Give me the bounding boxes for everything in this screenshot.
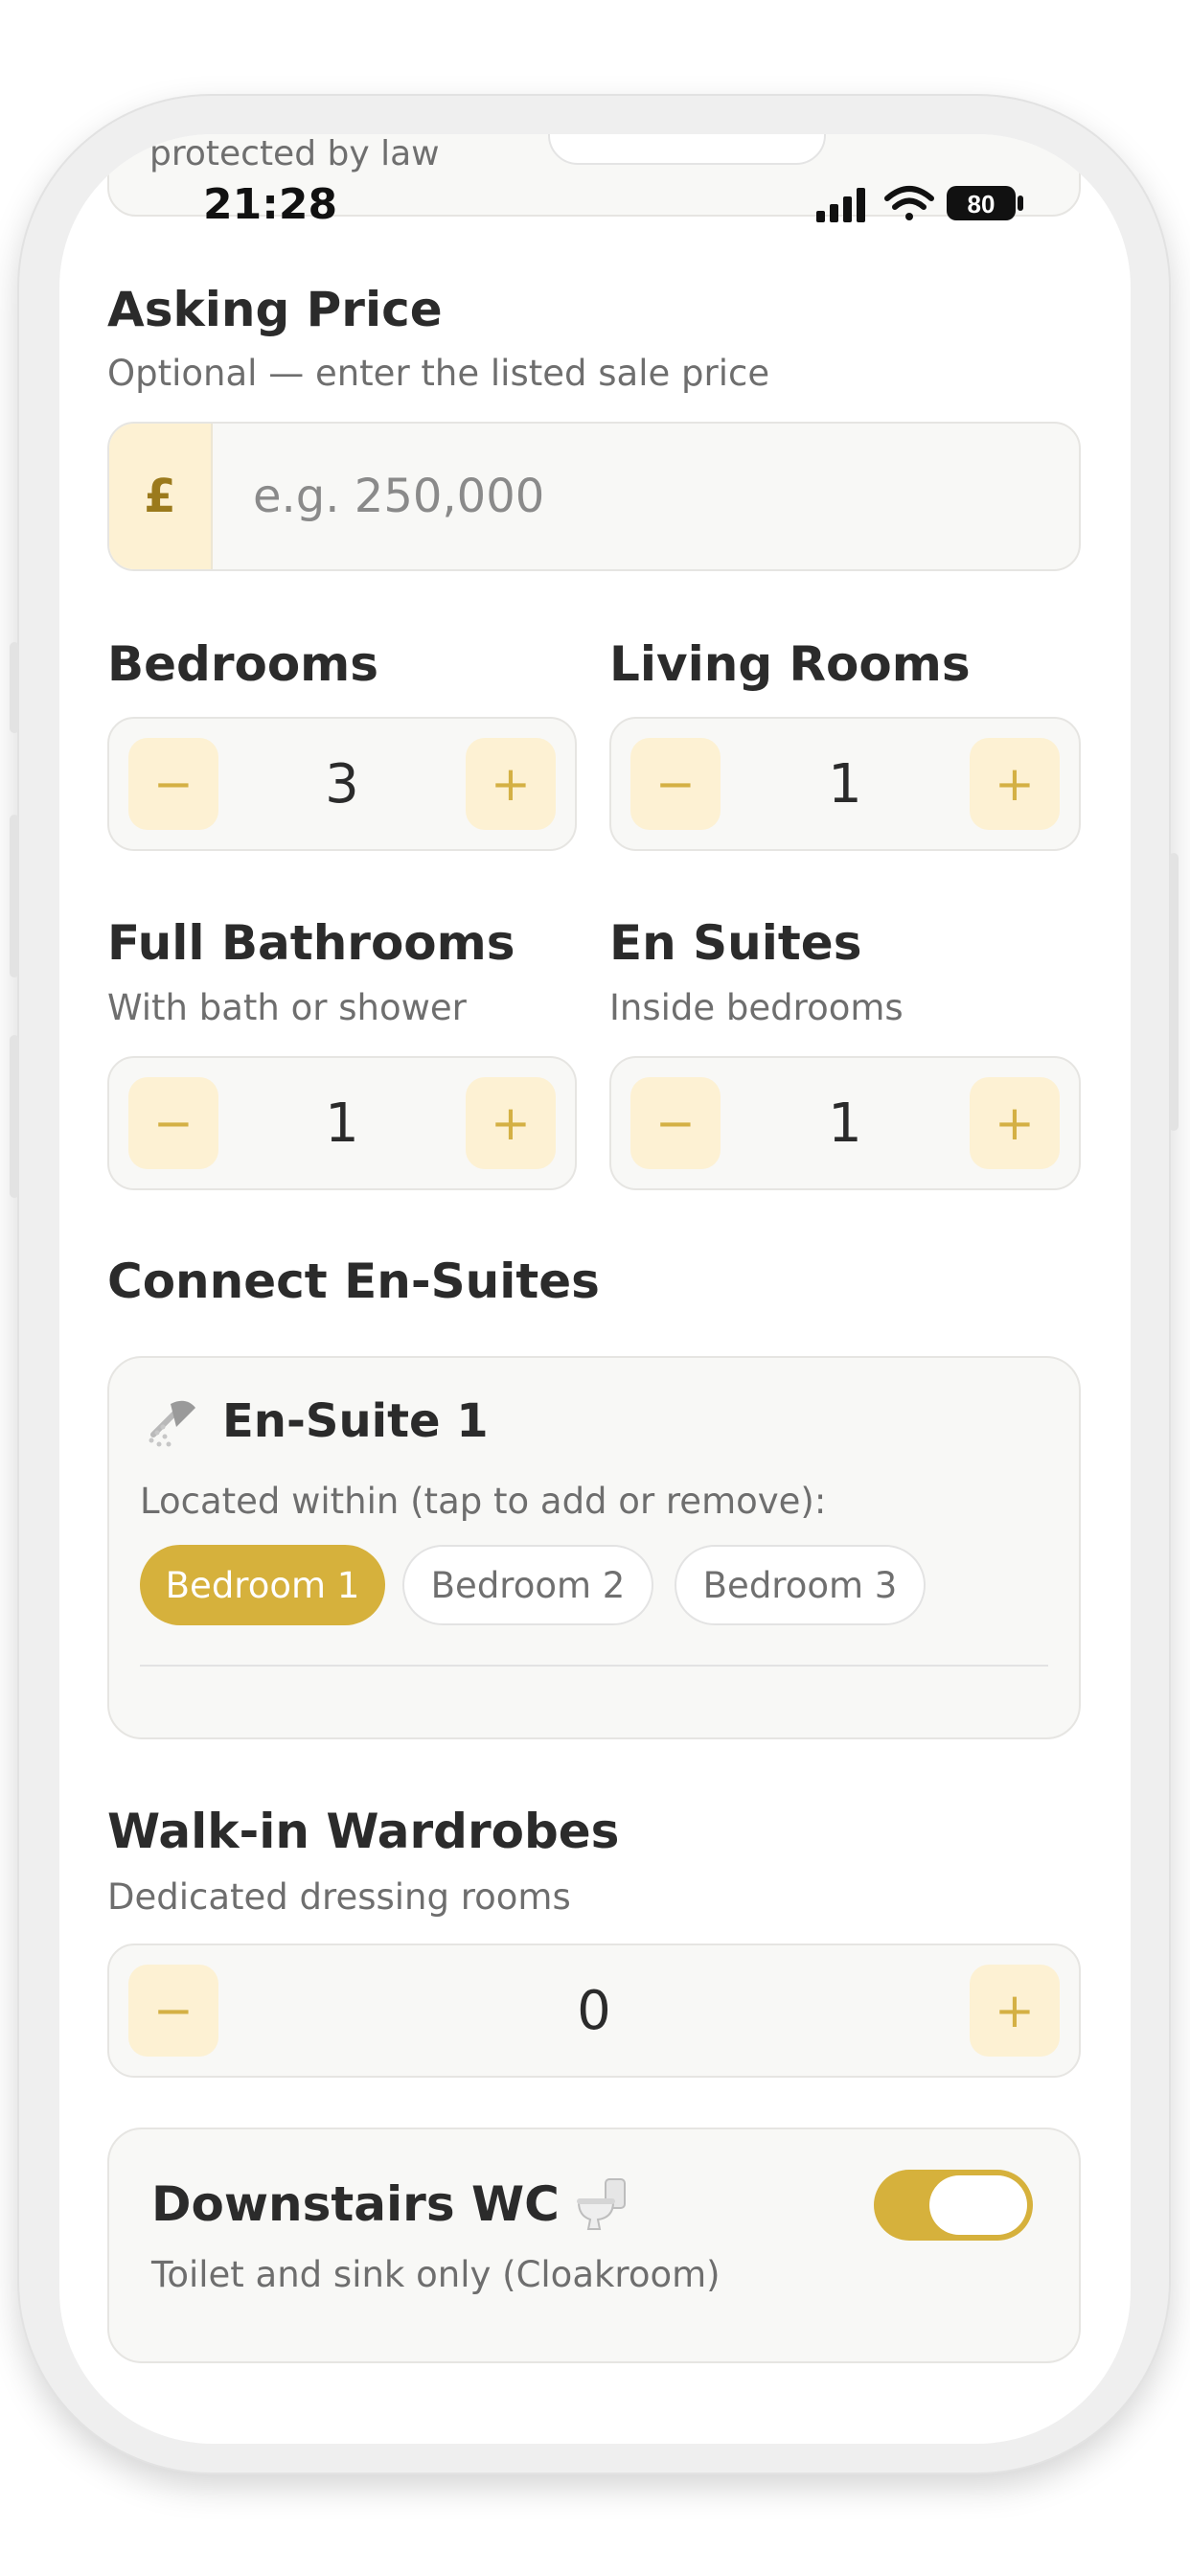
living-rooms-increment-button[interactable]: + <box>970 738 1060 830</box>
status-time: 21:28 <box>203 180 338 229</box>
en-suites-subtitle: Inside bedrooms <box>609 987 904 1028</box>
side-button-volume-down <box>10 1035 19 1198</box>
asking-price-subtitle: Optional — enter the listed sale price <box>107 353 770 394</box>
full-bathrooms-increment-button[interactable]: + <box>466 1077 556 1169</box>
full-bathrooms-stepper: − 1 + <box>107 1056 577 1190</box>
shower-icon <box>149 1400 195 1447</box>
walk-in-value: 0 <box>577 1979 611 2042</box>
full-bathrooms-label: Full Bathrooms <box>107 915 515 971</box>
toilet-icon <box>576 2178 626 2230</box>
status-icons: 80 <box>816 186 1023 222</box>
walk-in-increment-button[interactable]: + <box>970 1965 1060 2057</box>
walk-in-wardrobes-stepper: − 0 + <box>107 1944 1081 2078</box>
asking-price-input[interactable]: £ e.g. 250,000 <box>107 422 1081 571</box>
chip-bedroom-3[interactable]: Bedroom 3 <box>675 1545 926 1625</box>
en-suites-stepper: − 1 + <box>609 1056 1081 1190</box>
currency-symbol: £ <box>109 424 213 569</box>
side-button-action <box>10 642 19 733</box>
en-suites-label: En Suites <box>609 915 862 971</box>
downstairs-wc-toggle[interactable] <box>874 2170 1033 2241</box>
toggle-knob <box>929 2175 1027 2235</box>
downstairs-wc-subtitle: Toilet and sink only (Cloakroom) <box>151 2254 721 2295</box>
asking-price-title: Asking Price <box>107 282 443 337</box>
asking-price-placeholder: e.g. 250,000 <box>253 470 545 523</box>
full-bathrooms-subtitle: With bath or shower <box>107 987 467 1028</box>
svg-text:80: 80 <box>968 190 995 218</box>
bedrooms-label: Bedrooms <box>107 636 379 692</box>
en-suites-increment-button[interactable]: + <box>970 1077 1060 1169</box>
living-rooms-label: Living Rooms <box>609 636 971 692</box>
signal-icon <box>816 188 865 222</box>
bedrooms-stepper: − 3 + <box>107 717 577 851</box>
downstairs-wc-title: Downstairs WC <box>151 2176 560 2232</box>
side-button-power <box>1169 853 1179 1131</box>
chip-bedroom-2[interactable]: Bedroom 2 <box>402 1545 653 1625</box>
app-screen: protected by law 21:28 80 Asking Price O… <box>59 134 1131 2444</box>
en-suite-card: En-Suite 1 Located within (tap to add or… <box>107 1356 1081 1739</box>
living-rooms-stepper: − 1 + <box>609 717 1081 851</box>
wifi-icon <box>884 186 934 220</box>
chip-bedroom-1[interactable]: Bedroom 1 <box>140 1545 385 1625</box>
walk-in-wardrobes-subtitle: Dedicated dressing rooms <box>107 1876 571 1918</box>
connect-en-suites-title: Connect En-Suites <box>107 1254 600 1309</box>
previous-card-pill <box>548 134 826 165</box>
side-button-volume-up <box>10 815 19 978</box>
bedrooms-increment-button[interactable]: + <box>466 738 556 830</box>
walk-in-wardrobes-title: Walk-in Wardrobes <box>107 1804 620 1859</box>
card-divider <box>140 1665 1048 1667</box>
downstairs-wc-card: Downstairs WC Toilet and sink only (Cloa… <box>107 2128 1081 2363</box>
en-suite-prompt: Located within (tap to add or remove): <box>140 1481 827 1522</box>
battery-icon: 80 <box>947 186 1023 220</box>
previous-card-text: protected by law <box>149 134 440 173</box>
en-suite-card-title: En-Suite 1 <box>222 1394 489 1448</box>
